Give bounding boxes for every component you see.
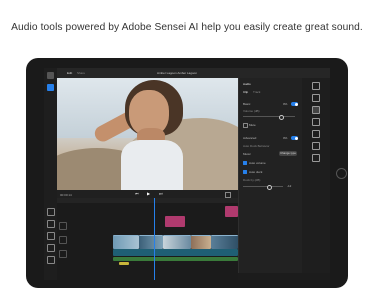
app-screen: Edit Share Amber Lagoon Amber Lagoon Aud… [44, 68, 330, 280]
video-clip[interactable] [163, 235, 191, 249]
auto-volume-label: Auto volume [249, 161, 266, 165]
transform-icon[interactable] [312, 130, 320, 138]
auto-volume-checkbox[interactable] [243, 161, 247, 165]
tab-share[interactable]: Share [77, 71, 85, 75]
home-icon[interactable] [47, 72, 54, 79]
voiceover-icon[interactable] [47, 244, 55, 252]
basic-value: 0% [283, 102, 288, 106]
timeline-controls: 00:00:14 ⏮ ▶ ⏭ [57, 190, 238, 198]
video-clip[interactable] [139, 235, 163, 249]
change-type-button[interactable]: Change type [279, 151, 297, 156]
advanced-label: Advanced [243, 136, 257, 140]
settings-icon[interactable] [312, 82, 320, 90]
auto-duck-behavior-label: Auto Duck Behavior [243, 144, 270, 148]
basic-toggle[interactable] [291, 102, 298, 106]
crop-icon[interactable] [312, 154, 320, 162]
color-icon[interactable] [312, 94, 320, 102]
tab-edit[interactable]: Edit [67, 71, 72, 75]
voiceover-clip[interactable] [119, 262, 129, 265]
video-preview[interactable] [57, 78, 238, 190]
speed-icon[interactable] [312, 142, 320, 150]
video-clip[interactable] [211, 235, 238, 249]
audio-clip[interactable] [113, 249, 238, 256]
auto-duck-label: Auto duck [249, 170, 263, 174]
volume-slider[interactable] [243, 114, 295, 120]
mute-checkbox[interactable] [243, 123, 248, 128]
advanced-toggle[interactable] [291, 136, 298, 140]
left-toolbar [44, 68, 58, 280]
mute-label: Mute [249, 123, 256, 127]
auto-duck-checkbox[interactable] [243, 170, 247, 174]
timeline[interactable]: 00:00:14 ⏮ ▶ ⏭ [57, 190, 238, 280]
volume-slider-knob[interactable] [279, 114, 284, 120]
add-media-icon[interactable] [47, 84, 54, 91]
panel-title: Audio [243, 82, 251, 86]
skip-forward-icon[interactable]: ⏭ [159, 191, 163, 196]
effects-icon[interactable] [312, 118, 320, 126]
track-mute-icon[interactable] [59, 250, 67, 258]
advanced-value: 0% [283, 136, 288, 140]
duck-amount-slider-knob[interactable] [267, 184, 272, 190]
text-icon[interactable] [47, 220, 55, 228]
track-lock-icon[interactable] [59, 222, 67, 230]
volume-label: Volume (dB) [243, 109, 260, 113]
video-clip[interactable] [191, 235, 211, 249]
track-visibility-icon[interactable] [59, 236, 67, 244]
audio-icon[interactable] [312, 106, 320, 114]
preview-shirt [121, 140, 183, 190]
project-title: Amber Lagoon Amber Lagoon [156, 71, 198, 75]
tab-track[interactable]: Track [253, 90, 260, 94]
timeline-ruler[interactable] [57, 198, 238, 203]
playhead[interactable] [154, 198, 155, 280]
title-clip[interactable] [225, 206, 238, 217]
duck-amount-slider[interactable] [243, 184, 283, 190]
marketing-caption: Audio tools powered by Adobe Sensei AI h… [11, 22, 363, 33]
music-type-label: Music [243, 152, 251, 156]
tablet-home-button [336, 168, 347, 179]
skip-back-icon[interactable]: ⏮ [135, 191, 139, 196]
timecode: 00:00:14 [60, 192, 72, 197]
graphics-icon[interactable] [47, 208, 55, 216]
basic-label: Basic [243, 102, 251, 106]
top-bar: Edit Share Amber Lagoon Amber Lagoon [57, 68, 330, 78]
audio-panel: Audio Clip Track Basic 0% Volume (dB) Mu… [238, 78, 303, 273]
play-icon[interactable]: ▶ [147, 191, 150, 196]
panel-icon-bar [302, 78, 330, 273]
duck-amount-value: -12 [287, 184, 292, 188]
music-clip[interactable] [113, 257, 238, 261]
video-clip[interactable] [113, 235, 139, 249]
title-clip[interactable] [165, 216, 185, 227]
captions-icon[interactable] [47, 256, 55, 264]
music-icon[interactable] [47, 232, 55, 240]
duck-amount-label: Duck by (dB) [243, 178, 261, 182]
tab-clip[interactable]: Clip [243, 90, 248, 94]
